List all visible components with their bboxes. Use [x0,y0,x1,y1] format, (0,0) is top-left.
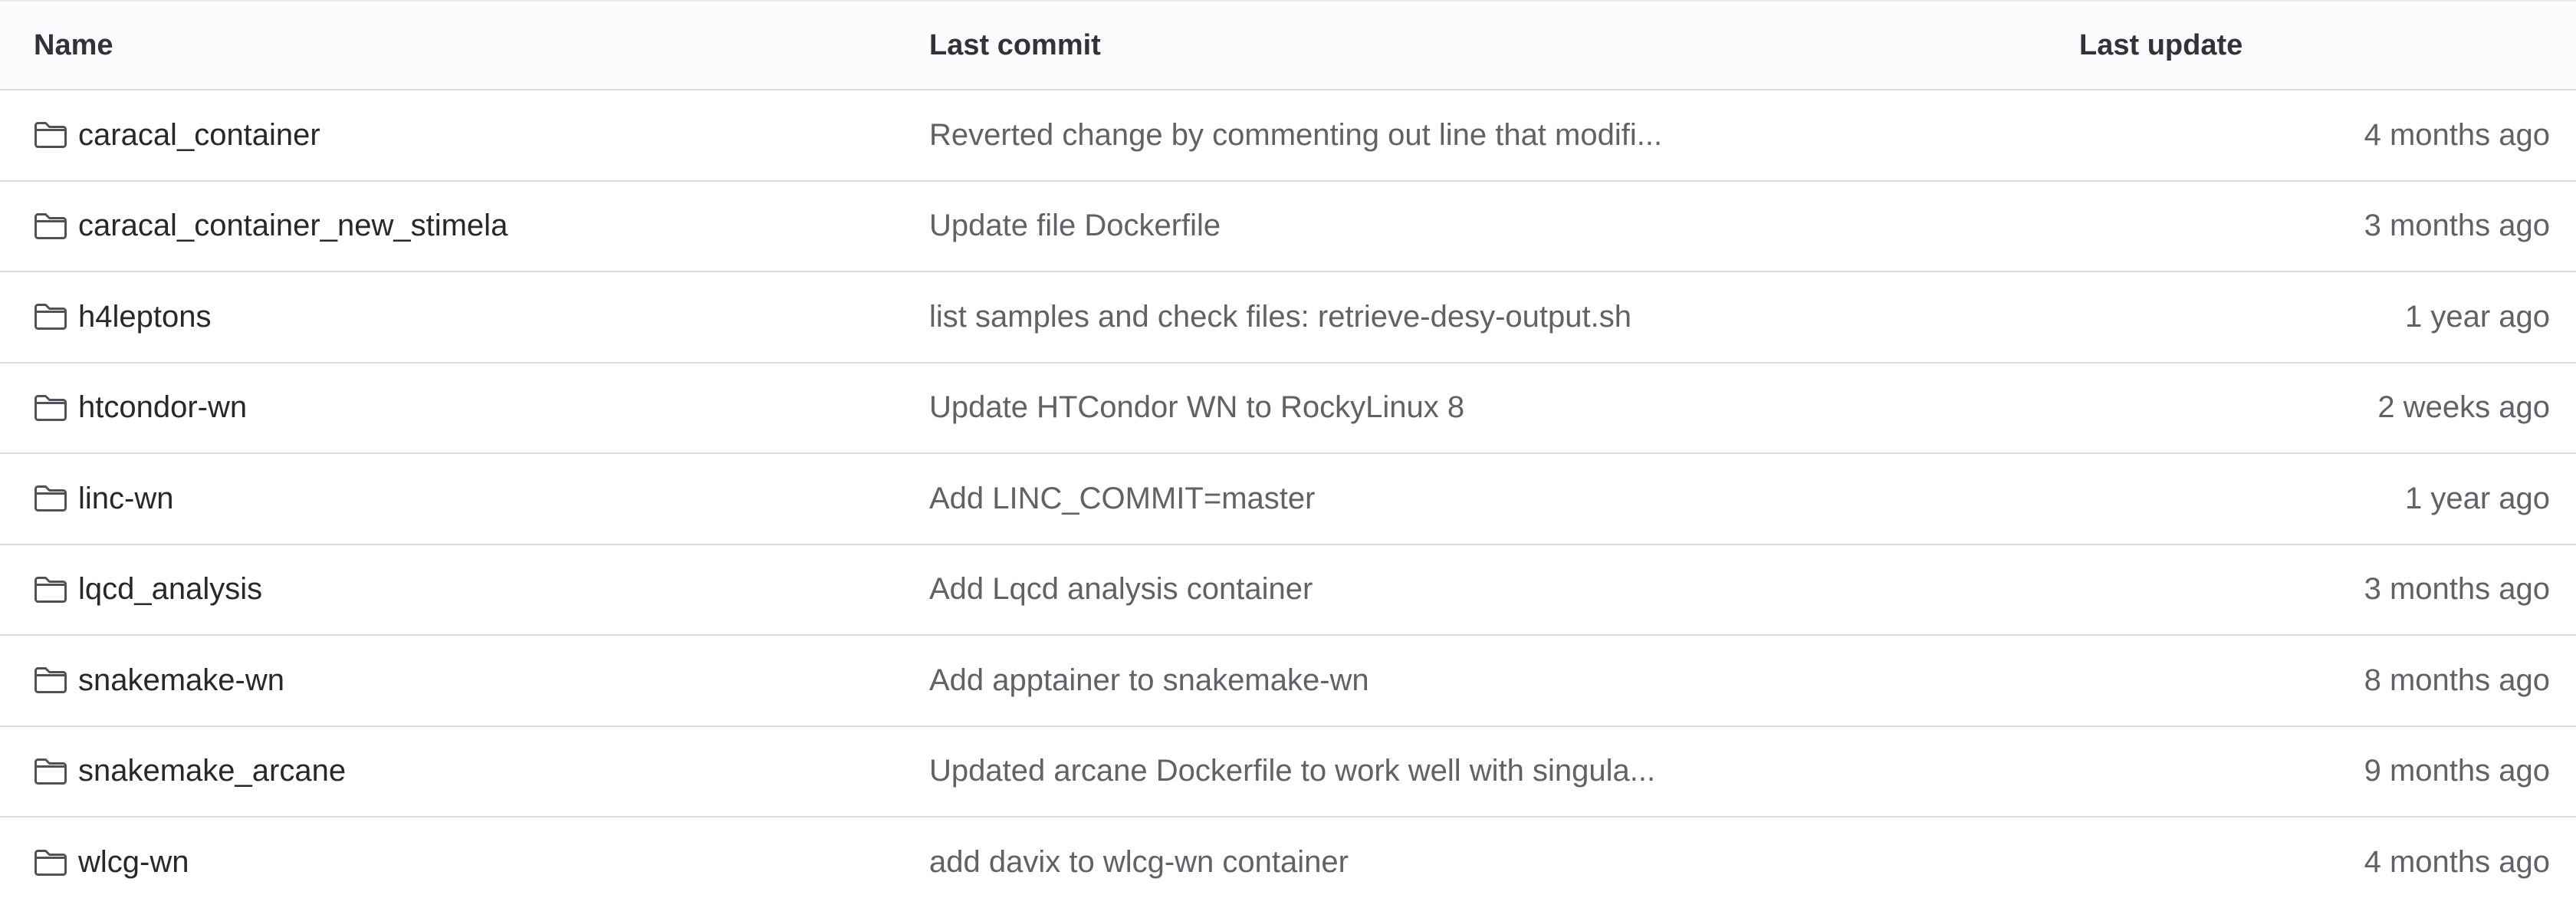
commit-message-link[interactable]: Add LINC_COMMIT=master [929,482,1315,515]
directory-link[interactable]: snakemake_arcane [78,754,346,788]
name-cell-content: snakemake_arcane [34,754,929,788]
last-update-time: 1 year ago [2404,299,2550,334]
table-row: wlcg-wn add davix to wlcg-wn container 4… [0,817,2576,908]
last-update-time: 9 months ago [2364,754,2550,788]
commit-message-link[interactable]: list samples and check files: retrieve-d… [929,300,1631,334]
name-cell: snakemake_arcane [0,726,929,818]
table-row: h4leptons list samples and check files: … [0,271,2576,363]
table-row: lqcd_analysis Add Lqcd analysis containe… [0,544,2576,636]
name-cell-content: linc-wn [34,482,929,516]
table-row: snakemake_arcane Updated arcane Dockerfi… [0,726,2576,818]
update-cell: 1 year ago [2079,453,2576,544]
name-cell-content: lqcd_analysis [34,572,929,607]
folder-icon [34,666,67,694]
commit-message-link[interactable]: Updated arcane Dockerfile to work well w… [929,754,1655,788]
folder-icon [34,758,67,785]
name-cell-content: snakemake-wn [34,663,929,698]
name-cell-content: caracal_container_new_stimela [34,209,929,243]
folder-icon [34,849,67,877]
update-cell: 3 months ago [2079,181,2576,272]
update-cell: 9 months ago [2079,726,2576,818]
last-update-time: 1 year ago [2404,481,2550,515]
folder-icon [34,121,67,149]
name-cell-content: htcondor-wn [34,390,929,425]
table-row: snakemake-wn Add apptainer to snakemake-… [0,635,2576,726]
name-cell: htcondor-wn [0,363,929,454]
folder-icon [34,212,67,240]
name-cell-content: caracal_container [34,118,929,153]
update-cell: 1 year ago [2079,271,2576,363]
table-header: Name Last commit Last update [0,0,2576,90]
column-header-last-update: Last update [2079,0,2576,90]
name-cell: linc-wn [0,453,929,544]
commit-cell: add davix to wlcg-wn container [929,817,2079,908]
column-header-name: Name [0,0,929,90]
name-cell: caracal_container [0,90,929,181]
directory-link[interactable]: htcondor-wn [78,390,247,425]
commit-cell: Reverted change by commenting out line t… [929,90,2079,181]
last-update-time: 3 months ago [2364,209,2550,243]
commit-cell: Add apptainer to snakemake-wn [929,635,2079,726]
file-tree-table: Name Last commit Last update caracal_con… [0,0,2576,908]
last-update-time: 3 months ago [2364,572,2550,607]
name-cell: h4leptons [0,271,929,363]
commit-cell: list samples and check files: retrieve-d… [929,271,2079,363]
commit-cell: Updated arcane Dockerfile to work well w… [929,726,2079,818]
update-cell: 4 months ago [2079,817,2576,908]
directory-link[interactable]: caracal_container [78,118,320,153]
name-cell-content: h4leptons [34,300,929,334]
name-cell: caracal_container_new_stimela [0,181,929,272]
commit-message-link[interactable]: Add apptainer to snakemake-wn [929,663,1369,697]
commit-cell: Update HTCondor WN to RockyLinux 8 [929,363,2079,454]
directory-link[interactable]: wlcg-wn [78,845,189,880]
directory-link[interactable]: snakemake-wn [78,663,284,698]
commit-cell: Add LINC_COMMIT=master [929,453,2079,544]
table-row: linc-wn Add LINC_COMMIT=master 1 year ag… [0,453,2576,544]
table-body: caracal_container Reverted change by com… [0,90,2576,908]
name-cell-content: wlcg-wn [34,845,929,880]
table-row: caracal_container Reverted change by com… [0,90,2576,181]
directory-link[interactable]: lqcd_analysis [78,572,262,607]
update-cell: 2 weeks ago [2079,363,2576,454]
commit-cell: Update file Dockerfile [929,181,2079,272]
commit-message-link[interactable]: Update HTCondor WN to RockyLinux 8 [929,390,1464,424]
update-cell: 4 months ago [2079,90,2576,181]
name-cell: lqcd_analysis [0,544,929,636]
last-update-time: 4 months ago [2364,117,2550,152]
column-header-last-commit: Last commit [929,0,2079,90]
table-row: htcondor-wn Update HTCondor WN to RockyL… [0,363,2576,454]
last-update-time: 2 weeks ago [2377,390,2550,425]
folder-icon [34,303,67,331]
directory-link[interactable]: h4leptons [78,300,211,334]
update-cell: 3 months ago [2079,544,2576,636]
commit-cell: Add Lqcd analysis container [929,544,2079,636]
last-update-time: 8 months ago [2364,663,2550,697]
directory-link[interactable]: linc-wn [78,482,173,516]
name-cell: wlcg-wn [0,817,929,908]
commit-message-link[interactable]: Update file Dockerfile [929,209,1221,242]
folder-icon [34,485,67,512]
directory-link[interactable]: caracal_container_new_stimela [78,209,508,243]
last-update-time: 4 months ago [2364,845,2550,880]
table-header-row: Name Last commit Last update [0,0,2576,90]
folder-icon [34,576,67,604]
name-cell: snakemake-wn [0,635,929,726]
update-cell: 8 months ago [2079,635,2576,726]
folder-icon [34,394,67,422]
commit-message-link[interactable]: add davix to wlcg-wn container [929,845,1349,879]
table-row: caracal_container_new_stimela Update fil… [0,181,2576,272]
commit-message-link[interactable]: Reverted change by commenting out line t… [929,118,1662,152]
commit-message-link[interactable]: Add Lqcd analysis container [929,572,1313,606]
